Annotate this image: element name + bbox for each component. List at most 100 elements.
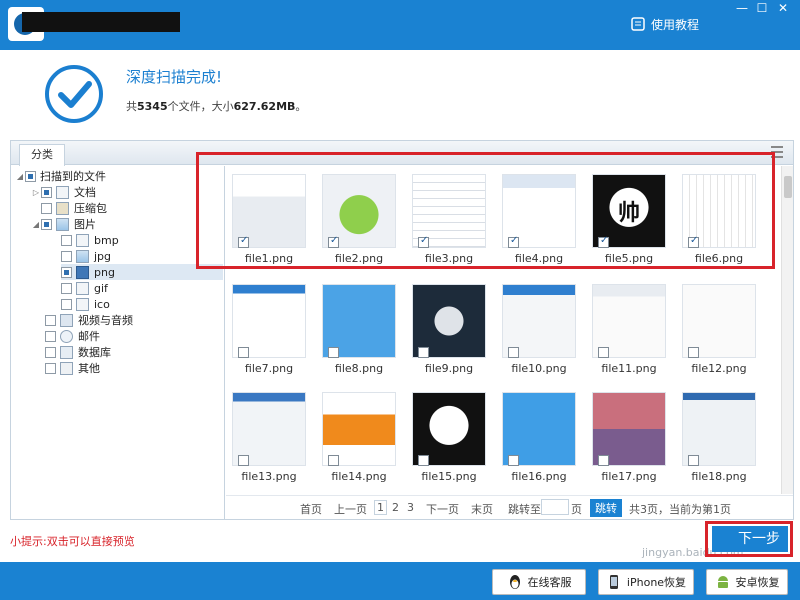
total-size: 627.62MB: [233, 100, 296, 113]
tutorial-label: 使用教程: [651, 17, 700, 32]
image-icon: [56, 217, 69, 231]
page-status: 共3页，当前为第1页: [629, 503, 731, 516]
scrollbar[interactable]: [781, 166, 793, 494]
page-1-link[interactable]: 1: [374, 500, 387, 515]
footer-bar: 在线客服 iPhone恢复 安卓恢复: [0, 562, 800, 600]
file-name: file15.png: [421, 470, 477, 483]
checkbox[interactable]: [61, 234, 72, 246]
next-button-highlight: [705, 521, 793, 557]
collapse-icon[interactable]: ◢: [31, 220, 41, 229]
book-icon: [631, 17, 645, 31]
tree-item-database[interactable]: 数据库: [45, 344, 111, 360]
checkbox[interactable]: [45, 362, 56, 374]
file-name: file12.png: [691, 362, 747, 375]
next-page-link[interactable]: 下一页: [426, 501, 459, 517]
preview-tip: 小提示:双击可以直接预览: [10, 535, 135, 548]
title-bar: 使用教程 — ☐ ✕: [0, 0, 800, 50]
checkbox[interactable]: [45, 314, 56, 326]
video-icon: [60, 313, 73, 327]
tree-item-media[interactable]: 视频与音频: [45, 312, 133, 328]
scan-summary: 共5345个文件，大小627.62MB。: [126, 100, 307, 113]
tree-item-archives[interactable]: 压缩包: [41, 200, 107, 216]
document-icon: [56, 185, 69, 199]
file-checkbox[interactable]: [598, 347, 609, 358]
go-button[interactable]: 跳转: [590, 499, 622, 517]
page-unit-label: 页: [571, 503, 582, 516]
png-file-icon: [76, 265, 89, 279]
file-checkbox[interactable]: [508, 347, 519, 358]
file-checkbox[interactable]: [508, 455, 519, 466]
file-name: file16.png: [511, 470, 567, 483]
scrollbar-thumb[interactable]: [784, 176, 792, 198]
file-name: file17.png: [601, 470, 657, 483]
file-name: file10.png: [511, 362, 567, 375]
tree-item-documents[interactable]: ▷ 文档: [31, 184, 96, 200]
tree-item-gif[interactable]: gif: [61, 280, 108, 296]
checkbox[interactable]: [61, 298, 72, 310]
other-icon: [60, 361, 73, 375]
tree-item-ico[interactable]: ico: [61, 296, 110, 312]
checkbox[interactable]: [41, 218, 52, 230]
jpg-file-icon: [76, 249, 89, 263]
tree-item-jpg[interactable]: jpg: [61, 248, 111, 264]
tree-item-root[interactable]: ◢ 扫描到的文件: [15, 168, 106, 184]
file-checkbox[interactable]: [418, 455, 429, 466]
android-icon: [717, 576, 728, 588]
file-checkbox[interactable]: [688, 347, 699, 358]
checkbox[interactable]: [41, 202, 52, 214]
expand-icon[interactable]: ▷: [31, 188, 41, 197]
pagination: 首页 上一页 1 2 3 下一页 末页 跳转至 页 跳转 共3页，当前为第1页: [226, 495, 793, 519]
jump-to-label: 跳转至: [508, 503, 541, 516]
checkbox[interactable]: [45, 346, 56, 358]
file-checkbox[interactable]: [238, 455, 249, 466]
tab-category[interactable]: 分类: [19, 144, 65, 166]
checkbox[interactable]: [61, 282, 72, 294]
file-checkbox[interactable]: [328, 347, 339, 358]
first-page-link[interactable]: 首页: [300, 501, 322, 517]
page-3-link[interactable]: 3: [407, 501, 414, 514]
penguin-icon: [509, 575, 520, 589]
archive-icon: [56, 201, 69, 215]
tree-item-images[interactable]: ◢ 图片: [31, 216, 96, 232]
file-name: file18.png: [691, 470, 747, 483]
iphone-recovery-button[interactable]: iPhone恢复: [598, 569, 694, 595]
file-name: file14.png: [331, 470, 387, 483]
minimize-button[interactable]: —: [732, 0, 752, 18]
file-count: 5345: [137, 100, 168, 113]
close-button[interactable]: ✕: [772, 0, 794, 18]
gif-file-icon: [76, 281, 89, 295]
file-name: file8.png: [334, 362, 384, 375]
checkbox[interactable]: [61, 250, 72, 262]
checkbox[interactable]: [61, 266, 72, 278]
online-support-button[interactable]: 在线客服: [492, 569, 586, 595]
tree-item-bmp[interactable]: bmp: [61, 232, 119, 248]
maximize-button[interactable]: ☐: [752, 0, 772, 18]
file-checkbox[interactable]: [238, 347, 249, 358]
bmp-file-icon: [76, 233, 89, 247]
collapse-icon[interactable]: ◢: [15, 172, 25, 181]
file-checkbox[interactable]: [688, 455, 699, 466]
page-number-input[interactable]: [541, 499, 569, 515]
checkbox[interactable]: [41, 186, 52, 198]
file-name: file7.png: [244, 362, 294, 375]
redacted-title: [22, 12, 180, 32]
tree-item-mail[interactable]: 邮件: [45, 328, 100, 344]
scan-complete-title: 深度扫描完成!: [126, 68, 223, 86]
tutorial-link[interactable]: 使用教程: [630, 14, 699, 34]
checkbox[interactable]: [25, 170, 36, 182]
file-checkbox[interactable]: [598, 455, 609, 466]
file-checkbox[interactable]: [328, 455, 339, 466]
file-name: file11.png: [601, 362, 657, 375]
mail-icon: [60, 329, 73, 343]
file-checkbox[interactable]: [418, 347, 429, 358]
page-2-link[interactable]: 2: [392, 501, 399, 514]
phone-icon: [609, 575, 618, 589]
prev-page-link[interactable]: 上一页: [334, 501, 367, 517]
database-icon: [60, 345, 73, 359]
tree-item-other[interactable]: 其他: [45, 360, 100, 376]
android-recovery-button[interactable]: 安卓恢复: [706, 569, 788, 595]
file-name: file9.png: [424, 362, 474, 375]
last-page-link[interactable]: 末页: [471, 501, 493, 517]
selection-highlight: [196, 152, 775, 269]
checkbox[interactable]: [45, 330, 56, 342]
